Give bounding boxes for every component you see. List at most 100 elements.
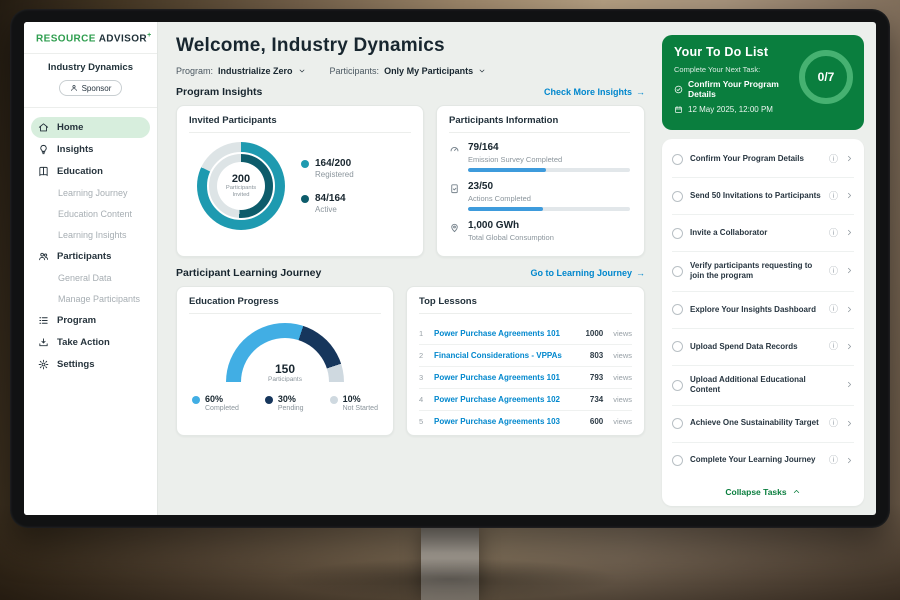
sidebar-item-settings[interactable]: Settings	[31, 354, 150, 375]
chevron-down-icon	[478, 67, 486, 75]
lesson-title-link[interactable]: Power Purchase Agreements 103	[434, 417, 583, 426]
legend-value: 84/164	[315, 193, 346, 204]
program-insights-header: Program Insights Check More Insights →	[176, 86, 645, 98]
lesson-views: 803	[590, 351, 603, 360]
sidebar-nav: Home Insights Education Learning Journey…	[24, 108, 157, 376]
dashboard-screen: RESOURCE ADVISOR+ Industry Dynamics Spon…	[24, 22, 876, 515]
arrow-right-icon: →	[636, 268, 645, 278]
program-filter[interactable]: Program: Industrialize Zero	[176, 66, 306, 76]
stat-value: 79/164	[468, 142, 630, 153]
logo-plus: +	[147, 32, 152, 39]
program-filter-value: Industrialize Zero	[218, 66, 293, 76]
book-icon	[38, 166, 49, 177]
participants-filter[interactable]: Participants: Only My Participants	[330, 66, 487, 76]
lesson-title-link[interactable]: Power Purchase Agreements 102	[434, 395, 583, 404]
sidebar-item-education-content[interactable]: Education Content	[31, 204, 150, 224]
info-icon[interactable]: ⓘ	[829, 192, 838, 201]
sidebar-item-manage-participants[interactable]: Manage Participants	[31, 289, 150, 309]
check-more-insights-link[interactable]: Check More Insights →	[544, 87, 645, 97]
lesson-title-link[interactable]: Power Purchase Agreements 101	[434, 373, 583, 382]
info-icon[interactable]: ⓘ	[829, 456, 838, 465]
nav-label: Take Action	[57, 337, 110, 348]
info-icon[interactable]: ⓘ	[829, 155, 838, 164]
sidebar-item-participants[interactable]: Participants	[31, 246, 150, 267]
task-row-invite-collaborator[interactable]: Invite a Collaborator ⓘ	[672, 215, 854, 252]
card-title: Participants Information	[449, 115, 630, 133]
info-icon[interactable]: ⓘ	[829, 305, 838, 314]
chevron-right-icon[interactable]	[845, 262, 854, 280]
todo-panel: Your To Do List Complete Your Next Task:…	[658, 22, 876, 515]
sidebar-item-insights[interactable]: Insights	[31, 139, 150, 160]
task-row-upload-educational-content[interactable]: Upload Additional Educational Content	[672, 366, 854, 406]
logo-resource: RESOURCE	[36, 33, 96, 44]
task-row-upload-spend-data[interactable]: Upload Spend Data Records ⓘ	[672, 329, 854, 366]
task-row-confirm-program[interactable]: Confirm Your Program Details ⓘ	[672, 141, 854, 178]
lesson-row: 2 Financial Considerations - VPPAs 803 v…	[419, 345, 632, 367]
task-checkbox[interactable]	[672, 191, 683, 202]
task-row-complete-learning-journey[interactable]: Complete Your Learning Journey ⓘ	[672, 443, 854, 479]
org-name: Industry Dynamics	[30, 62, 151, 73]
survey-icon	[449, 144, 460, 155]
sidebar-item-learning-insights[interactable]: Learning Insights	[31, 225, 150, 245]
task-row-send-invitations[interactable]: Send 50 Invitations to Participants ⓘ	[672, 178, 854, 215]
progress-bar	[468, 168, 630, 172]
task-row-explore-insights[interactable]: Explore Your Insights Dashboard ⓘ	[672, 292, 854, 329]
insights-icon	[38, 144, 49, 155]
sidebar-item-general-data[interactable]: General Data	[31, 268, 150, 288]
chevron-right-icon[interactable]	[845, 150, 854, 168]
todo-next-task: Confirm Your Program Details	[674, 79, 802, 99]
task-row-verify-participants[interactable]: Verify participants requesting to join t…	[672, 252, 854, 292]
lesson-views: 734	[590, 395, 603, 404]
task-checkbox[interactable]	[672, 455, 683, 466]
task-checkbox[interactable]	[672, 341, 683, 352]
sponsor-badge[interactable]: Sponsor	[59, 80, 123, 96]
nav-label: Learning Journey	[58, 188, 128, 198]
chevron-right-icon[interactable]	[845, 187, 854, 205]
task-label: Send 50 Invitations to Participants	[690, 191, 822, 201]
chevron-right-icon[interactable]	[845, 452, 854, 470]
arrow-right-icon: →	[636, 87, 645, 97]
todo-progress-value: 0/7	[818, 70, 835, 84]
info-icon[interactable]: ⓘ	[829, 419, 838, 428]
chevron-right-icon[interactable]	[845, 376, 854, 394]
sidebar-item-education[interactable]: Education	[31, 161, 150, 182]
lesson-row: 5 Power Purchase Agreements 103 600 view…	[419, 411, 632, 432]
legend-value: 60%	[205, 394, 239, 404]
go-to-learning-journey-link[interactable]: Go to Learning Journey →	[530, 268, 645, 278]
task-checkbox[interactable]	[672, 154, 683, 165]
task-label: Invite a Collaborator	[690, 228, 822, 238]
task-checkbox[interactable]	[672, 304, 683, 315]
task-checkbox[interactable]	[672, 228, 683, 239]
info-icon[interactable]: ⓘ	[829, 229, 838, 238]
sidebar-item-home[interactable]: Home	[31, 117, 150, 138]
legend-dot	[265, 396, 273, 404]
chevron-right-icon[interactable]	[845, 301, 854, 319]
participants-filter-label: Participants:	[330, 66, 380, 76]
lesson-title-link[interactable]: Financial Considerations - VPPAs	[434, 351, 583, 360]
progress-bar-fill	[468, 168, 546, 172]
lesson-views-suffix: views	[613, 329, 632, 338]
chevron-up-icon	[792, 487, 801, 496]
task-checkbox[interactable]	[672, 418, 683, 429]
task-row-achieve-target[interactable]: Achieve One Sustainability Target ⓘ	[672, 406, 854, 443]
org-block: Industry Dynamics Sponsor	[24, 54, 157, 108]
participants-information-card: Participants Information 79/164 Emission…	[436, 105, 645, 257]
lesson-title-link[interactable]: Power Purchase Agreements 101	[434, 329, 578, 338]
sidebar-item-take-action[interactable]: Take Action	[31, 332, 150, 353]
task-checkbox[interactable]	[672, 380, 683, 391]
task-checkbox[interactable]	[672, 266, 683, 277]
stat-value: 23/50	[468, 181, 630, 192]
check-circle-icon	[674, 85, 683, 94]
sidebar-item-program[interactable]: Program	[31, 310, 150, 331]
chevron-right-icon[interactable]	[845, 224, 854, 242]
sidebar-item-learning-journey[interactable]: Learning Journey	[31, 183, 150, 203]
info-icon[interactable]: ⓘ	[829, 267, 838, 276]
chevron-right-icon[interactable]	[845, 415, 854, 433]
chevron-right-icon[interactable]	[845, 338, 854, 356]
collapse-label: Collapse Tasks	[725, 487, 786, 497]
filters-row: Program: Industrialize Zero Participants…	[176, 66, 645, 76]
info-icon[interactable]: ⓘ	[829, 342, 838, 351]
logo-advisor: ADVISOR	[99, 33, 147, 44]
stat-emission-survey: 79/164 Emission Survey Completed	[449, 142, 630, 172]
collapse-tasks-link[interactable]: Collapse Tasks	[672, 479, 854, 506]
